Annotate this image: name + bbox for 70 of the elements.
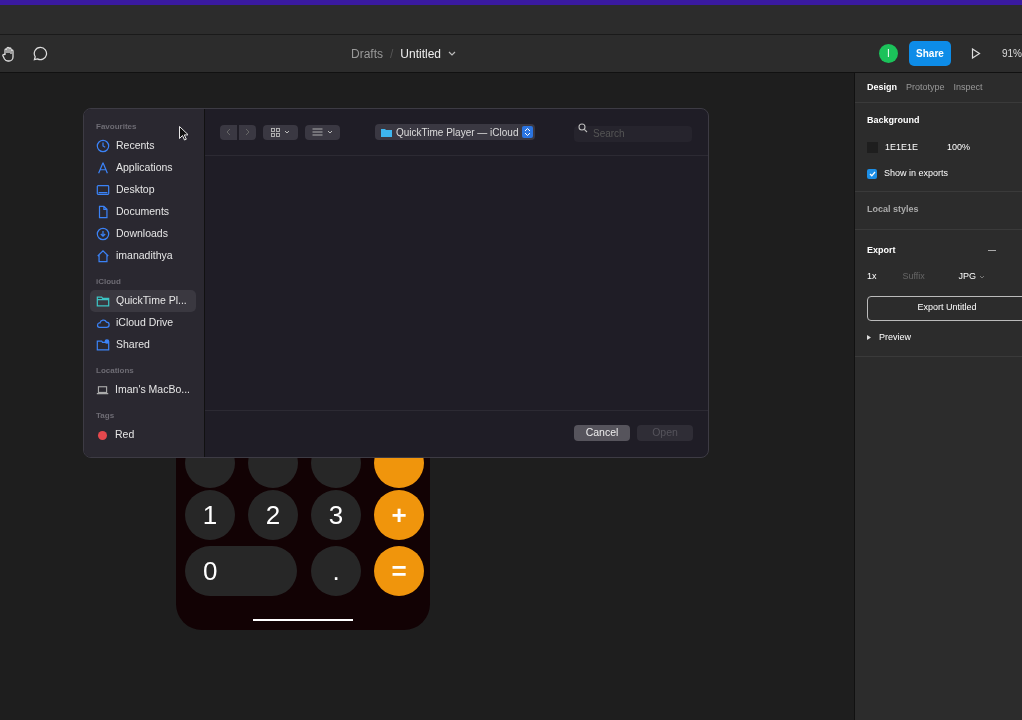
chevron-down-icon xyxy=(284,130,290,134)
chevron-down-icon[interactable] xyxy=(979,274,986,279)
format-dropdown[interactable]: JPG xyxy=(958,270,977,284)
shared-folder-icon xyxy=(96,338,110,352)
calculator-key[interactable]: . xyxy=(311,546,361,596)
zoom-level[interactable]: 91% xyxy=(1002,46,1020,61)
panel-tab[interactable]: Inspect xyxy=(953,80,983,95)
panel-tab[interactable]: Design xyxy=(867,80,897,95)
sidebar-item[interactable]: Red xyxy=(90,424,196,446)
comment-icon[interactable] xyxy=(33,46,48,61)
breadcrumb-link[interactable]: Drafts xyxy=(351,44,383,63)
file-name[interactable]: Untitled xyxy=(400,44,442,63)
checkbox[interactable] xyxy=(867,168,877,179)
caret-right-icon[interactable] xyxy=(867,334,871,340)
sidebar-item[interactable]: imanadithya xyxy=(90,245,196,267)
sidebar-item[interactable]: iCloud Drive xyxy=(90,312,196,334)
preview-toggle[interactable]: Preview xyxy=(879,330,911,344)
home-icon xyxy=(96,249,110,263)
section-title: Background xyxy=(867,114,921,127)
sidebar-item[interactable]: QuickTime Pl... xyxy=(90,290,196,312)
hand-icon[interactable] xyxy=(2,45,16,62)
group-button[interactable] xyxy=(305,124,340,140)
calculator-key[interactable]: 1 xyxy=(185,490,235,540)
grid-icon xyxy=(271,127,280,137)
laptop-icon xyxy=(96,383,110,397)
chevron-right-icon xyxy=(245,128,250,136)
sidebar-item[interactable]: Documents xyxy=(90,201,196,223)
location-label: QuickTime Player — iCloud xyxy=(396,125,519,140)
calculator-key[interactable]: 3 xyxy=(311,490,361,540)
section-title: Export xyxy=(867,243,896,257)
list-icon xyxy=(312,127,323,137)
desktop-icon xyxy=(96,183,110,197)
chevron-down-icon[interactable] xyxy=(448,50,457,57)
clock-icon xyxy=(96,139,110,153)
sidebar-item[interactable]: Desktop xyxy=(90,179,196,201)
icon-view-button[interactable] xyxy=(263,124,298,140)
scale-value[interactable]: 1x xyxy=(867,270,877,284)
calculator-key[interactable]: 0 xyxy=(185,546,297,596)
sidebar-heading: Favourites xyxy=(95,121,138,133)
mouse-pointer-icon xyxy=(179,126,188,141)
suffix-field[interactable]: Suffix xyxy=(902,270,947,284)
share-button[interactable]: Share xyxy=(909,41,951,66)
compass-icon xyxy=(96,161,110,175)
document-icon xyxy=(96,205,110,219)
sidebar-item[interactable]: Shared xyxy=(90,334,196,356)
section-title: Local styles xyxy=(867,203,919,217)
calculator-key[interactable]: 2 xyxy=(248,490,298,540)
sidebar-item[interactable]: Recents xyxy=(90,135,196,157)
cancel-button[interactable]: Cancel xyxy=(574,425,630,441)
export-button[interactable]: Export Untitled xyxy=(867,295,1022,321)
play-icon[interactable] xyxy=(971,48,981,59)
breadcrumb-separator: / xyxy=(390,45,394,63)
sidebar-heading: Tags xyxy=(95,410,116,422)
sidebar-heading: iCloud xyxy=(95,276,122,288)
folder-icon xyxy=(96,294,110,308)
search-icon xyxy=(578,123,588,133)
sidebar-item[interactable]: Downloads xyxy=(90,223,196,245)
stepper-icon xyxy=(522,126,534,138)
download-icon xyxy=(96,227,110,241)
sidebar-heading: Locations xyxy=(95,365,135,377)
chevron-down-icon xyxy=(327,130,333,134)
folder-icon xyxy=(381,127,392,137)
location-dropdown[interactable]: QuickTime Player — iCloud xyxy=(375,124,536,140)
checkbox-label: Show in exports xyxy=(884,167,949,180)
chevron-left-icon xyxy=(226,128,231,136)
sidebar-item[interactable]: Applications xyxy=(90,157,196,179)
sidebar-item[interactable]: Iman's MacBo... xyxy=(90,379,196,401)
hex-value[interactable]: 1E1E1E xyxy=(885,140,919,154)
opacity-value[interactable]: 100% xyxy=(947,140,971,154)
panel-tab[interactable]: Prototype xyxy=(906,80,945,95)
